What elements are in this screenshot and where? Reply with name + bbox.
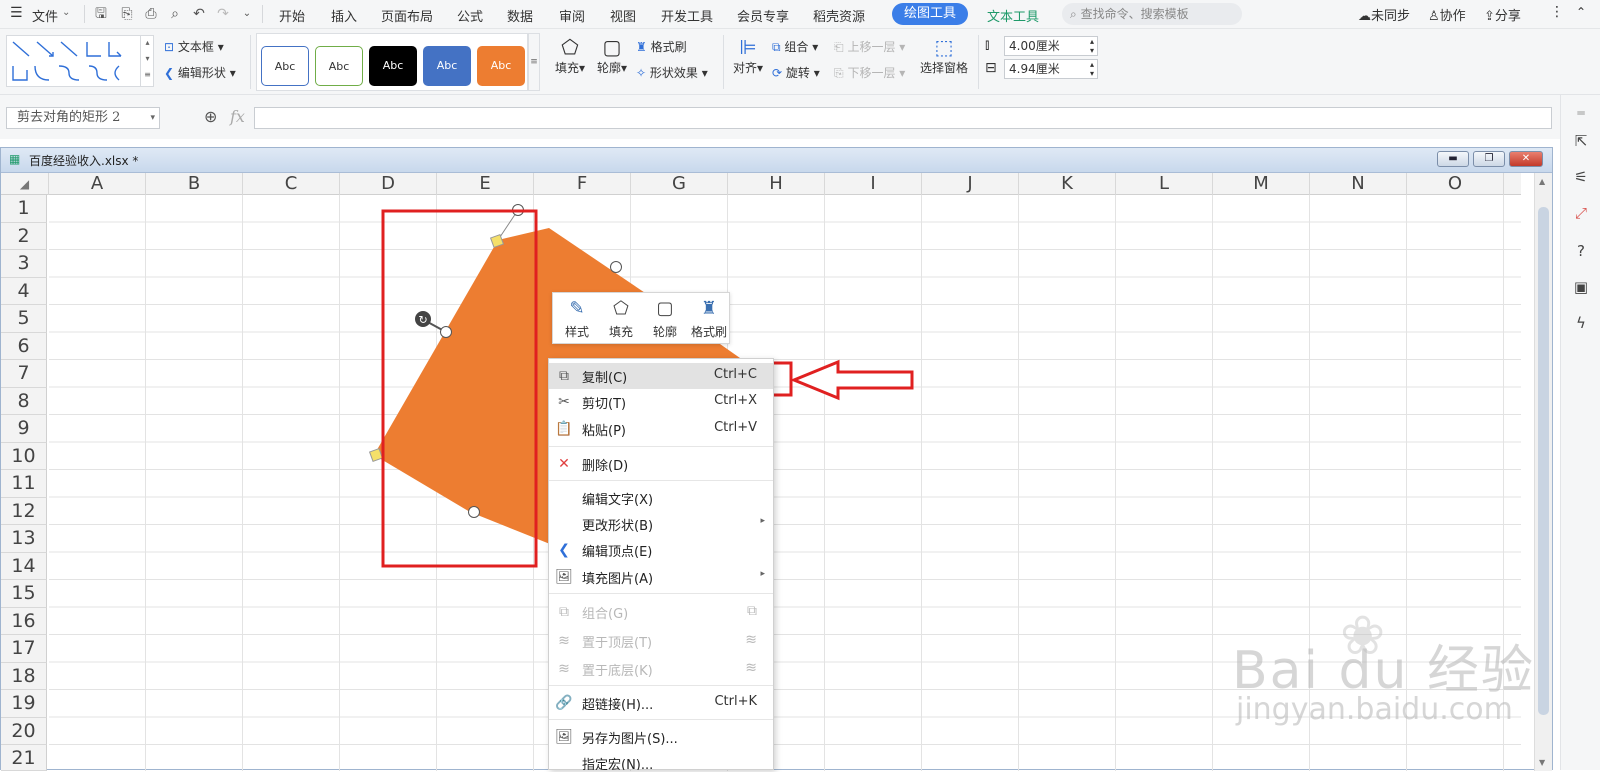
mini-fill-button[interactable]: ⬠ 填充 [599, 293, 643, 345]
annotation-arrow-icon [790, 359, 914, 401]
mini-style-button[interactable]: ✎ 样式 [555, 293, 599, 345]
group-side-icon: ⧉ [747, 603, 757, 619]
menu-item-send-to-back[interactable]: ≋ 置于底层(K) ≋ [549, 656, 773, 682]
menu-item-group[interactable]: ⧉ 组合(G) ⧉ [549, 599, 773, 625]
edit-points-icon: ❮ [558, 542, 570, 558]
group-icon: ⧉ [559, 604, 569, 620]
hyperlink-icon: 🔗 [555, 695, 573, 711]
bring-to-front-icon: ≋ [558, 633, 570, 649]
delete-icon: ✕ [558, 456, 570, 472]
mini-format-painter-button[interactable]: ♜ 格式刷 [687, 293, 731, 345]
menu-item-copy[interactable]: ⧉ 复制(C) Ctrl+C [549, 363, 773, 389]
pen-icon: ✎ [569, 298, 585, 319]
menu-item-edit-points[interactable]: ❮ 编辑顶点(E) [549, 537, 773, 563]
menu-item-cut[interactable]: ✂ 剪切(T) Ctrl+X [549, 389, 773, 415]
resize-handle-right[interactable] [610, 261, 622, 273]
menu-item-fill-picture[interactable]: 🖼 填充图片(A) ▸ [549, 564, 773, 590]
paintbrush-icon: ♜ [700, 298, 718, 319]
outline-icon: ▢ [656, 298, 674, 319]
watermark-url: jingyan.baidu.com [1236, 692, 1513, 727]
context-menu: ⧉ 复制(C) Ctrl+C ✂ 剪切(T) Ctrl+X 📋 粘贴(P) Ct… [548, 358, 774, 770]
menu-separator [549, 719, 773, 720]
paste-icon: 📋 [555, 421, 573, 437]
send-to-back-icon: ≋ [558, 661, 570, 677]
submenu-arrow-icon: ▸ [760, 569, 765, 579]
floating-mini-toolbar: ✎ 样式 ⬠ 填充 ▢ 轮廓 ♜ 格式刷 [552, 292, 730, 344]
paw-logo-icon: ❀ [1340, 604, 1386, 667]
menu-item-assign-macro[interactable]: 指定宏(N)... [549, 750, 773, 770]
menu-item-hyperlink[interactable]: 🔗 超链接(H)... Ctrl+K [549, 690, 773, 716]
mini-outline-button[interactable]: ▢ 轮廓 [643, 293, 687, 345]
cut-icon: ✂ [558, 394, 570, 410]
menu-item-bring-to-front[interactable]: ≋ 置于顶层(T) ≋ [549, 628, 773, 654]
send-to-back-side-icon: ≋ [745, 660, 757, 676]
menu-separator [549, 685, 773, 686]
resize-handle-bottom[interactable] [468, 506, 480, 518]
fill-bucket-icon: ⬠ [613, 298, 629, 319]
menu-separator [549, 593, 773, 594]
save-as-picture-icon: 🖼 [555, 729, 573, 745]
menu-separator [549, 446, 773, 447]
menu-item-paste[interactable]: 📋 粘贴(P) Ctrl+V [549, 416, 773, 442]
copy-icon: ⧉ [559, 368, 569, 384]
resize-handle-left[interactable] [440, 326, 452, 338]
menu-item-save-as-picture[interactable]: 🖼 另存为图片(S)... [549, 724, 773, 750]
submenu-arrow-icon: ▸ [760, 516, 765, 526]
fill-picture-icon: 🖼 [555, 569, 573, 585]
menu-separator [549, 480, 773, 481]
bring-to-front-side-icon: ≋ [745, 632, 757, 648]
rotate-arrow-glyph: ↻ [419, 314, 428, 327]
menu-item-delete[interactable]: ✕ 删除(D) [549, 451, 773, 477]
menu-item-edit-text[interactable]: 编辑文字(X) [549, 485, 773, 511]
menu-item-change-shape[interactable]: 更改形状(B) ▸ [549, 511, 773, 537]
